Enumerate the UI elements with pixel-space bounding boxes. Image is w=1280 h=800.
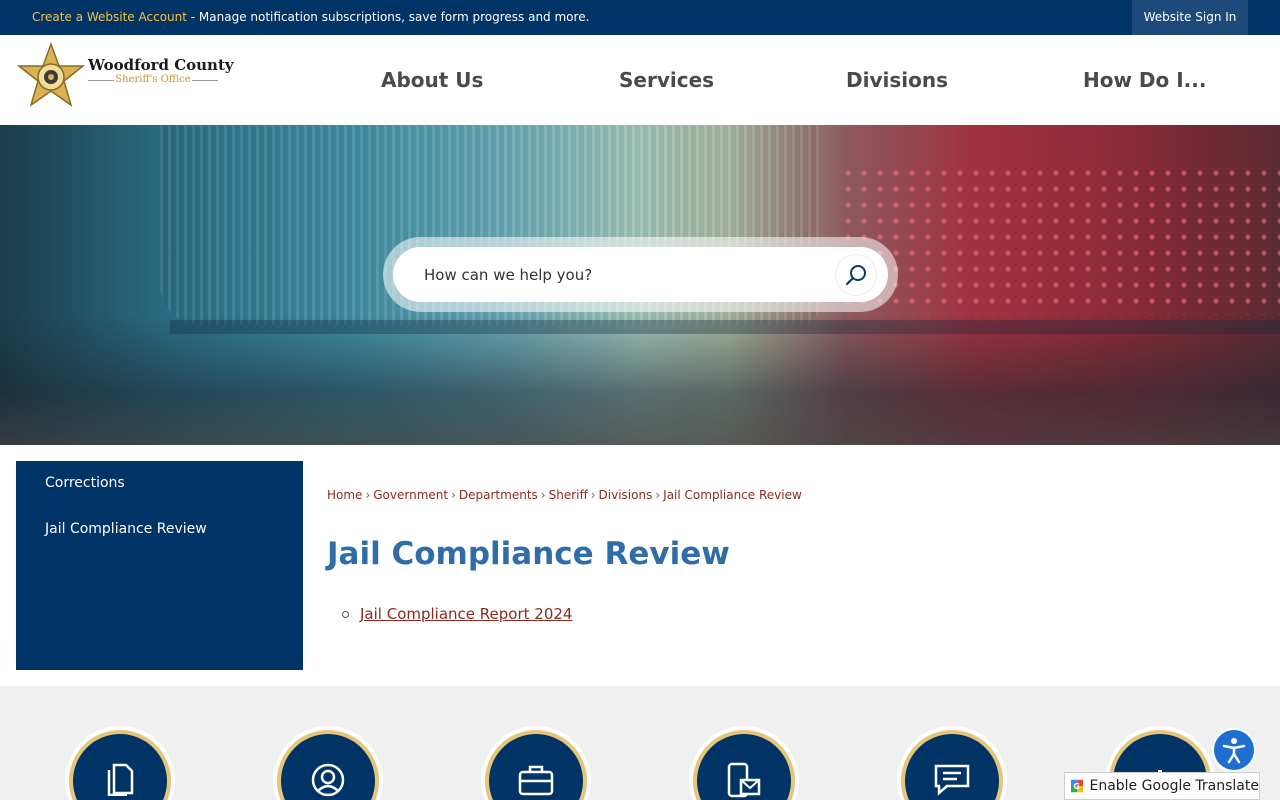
breadcrumb-separator: › bbox=[655, 488, 661, 502]
sidebar-item-corrections[interactable]: Corrections bbox=[45, 475, 125, 491]
search-icon bbox=[845, 265, 866, 286]
breadcrumb-separator: › bbox=[451, 488, 456, 502]
breadcrumb-separator: › bbox=[590, 488, 596, 502]
briefcase-icon bbox=[518, 765, 554, 796]
hero-light-red bbox=[840, 165, 1280, 315]
account-message: Create a Website Account - Manage notifi… bbox=[32, 10, 589, 24]
quick-link-notify[interactable] bbox=[689, 726, 799, 800]
sidebar-item-jail-compliance-review[interactable]: Jail Compliance Review bbox=[45, 521, 207, 537]
breadcrumb-current[interactable]: Jail Compliance Review bbox=[663, 488, 802, 502]
quick-link-jobs[interactable] bbox=[481, 726, 591, 800]
google-translate-button[interactable]: G Enable Google Translate bbox=[1064, 772, 1260, 800]
site-logo[interactable]: Woodford County Sheriff's Office bbox=[16, 42, 234, 112]
sheriff-star-icon bbox=[16, 42, 86, 107]
breadcrumb-separator: › bbox=[540, 488, 546, 502]
document-icon bbox=[107, 763, 134, 796]
logo-subtitle: Sheriff's Office bbox=[88, 74, 218, 85]
hero-shadow bbox=[0, 315, 1280, 445]
accessibility-button[interactable] bbox=[1212, 728, 1256, 772]
user-circle-icon bbox=[311, 763, 345, 797]
nav-how-do-i[interactable]: How Do I... bbox=[1083, 68, 1206, 92]
nav-about-us[interactable]: About Us bbox=[381, 68, 483, 92]
document-list: Jail Compliance Report 2024 bbox=[342, 605, 572, 623]
page-title: Jail Compliance Review bbox=[327, 536, 730, 572]
create-account-link[interactable]: Create a Website Account bbox=[32, 10, 187, 24]
quick-link-documents[interactable] bbox=[65, 726, 175, 800]
nav-divisions[interactable]: Divisions bbox=[846, 68, 948, 92]
sidebar-nav: Corrections Jail Compliance Review bbox=[16, 461, 303, 670]
breadcrumb-home[interactable]: Home bbox=[327, 488, 362, 502]
breadcrumb-departments[interactable]: Departments bbox=[459, 488, 538, 502]
chat-icon bbox=[934, 764, 970, 796]
breadcrumb-government[interactable]: Government bbox=[373, 488, 448, 502]
search-input[interactable] bbox=[393, 247, 888, 302]
google-translate-label: Enable Google Translate bbox=[1089, 778, 1259, 794]
top-notification-bar: Create a Website Account - Manage notifi… bbox=[0, 0, 1280, 35]
site-header: Woodford County Sheriff's Office About U… bbox=[0, 35, 1280, 125]
jail-compliance-report-link[interactable]: Jail Compliance Report 2024 bbox=[360, 605, 572, 623]
account-message-text: - Manage notification subscriptions, sav… bbox=[186, 10, 590, 24]
accessibility-icon bbox=[1222, 738, 1246, 764]
search-button[interactable] bbox=[835, 254, 877, 296]
list-item: Jail Compliance Report 2024 bbox=[342, 605, 572, 623]
quick-link-contact[interactable] bbox=[897, 726, 1007, 800]
breadcrumb-separator: › bbox=[365, 488, 371, 502]
logo-title: Woodford County bbox=[88, 56, 234, 74]
search-container bbox=[383, 237, 898, 312]
website-sign-in-button[interactable]: Website Sign In bbox=[1132, 0, 1248, 35]
breadcrumb-sheriff[interactable]: Sheriff bbox=[549, 488, 588, 502]
breadcrumb: Home › Government › Departments › Sheriff › Divi… bbox=[327, 488, 802, 502]
breadcrumb-divisions[interactable]: Divisions bbox=[599, 488, 653, 502]
mobile-mail-icon bbox=[727, 762, 761, 798]
nav-services[interactable]: Services bbox=[619, 68, 714, 92]
google-translate-icon: G bbox=[1071, 779, 1084, 793]
quick-link-account[interactable] bbox=[273, 726, 383, 800]
hero-banner bbox=[0, 125, 1280, 445]
svg-text:G: G bbox=[1073, 782, 1079, 791]
